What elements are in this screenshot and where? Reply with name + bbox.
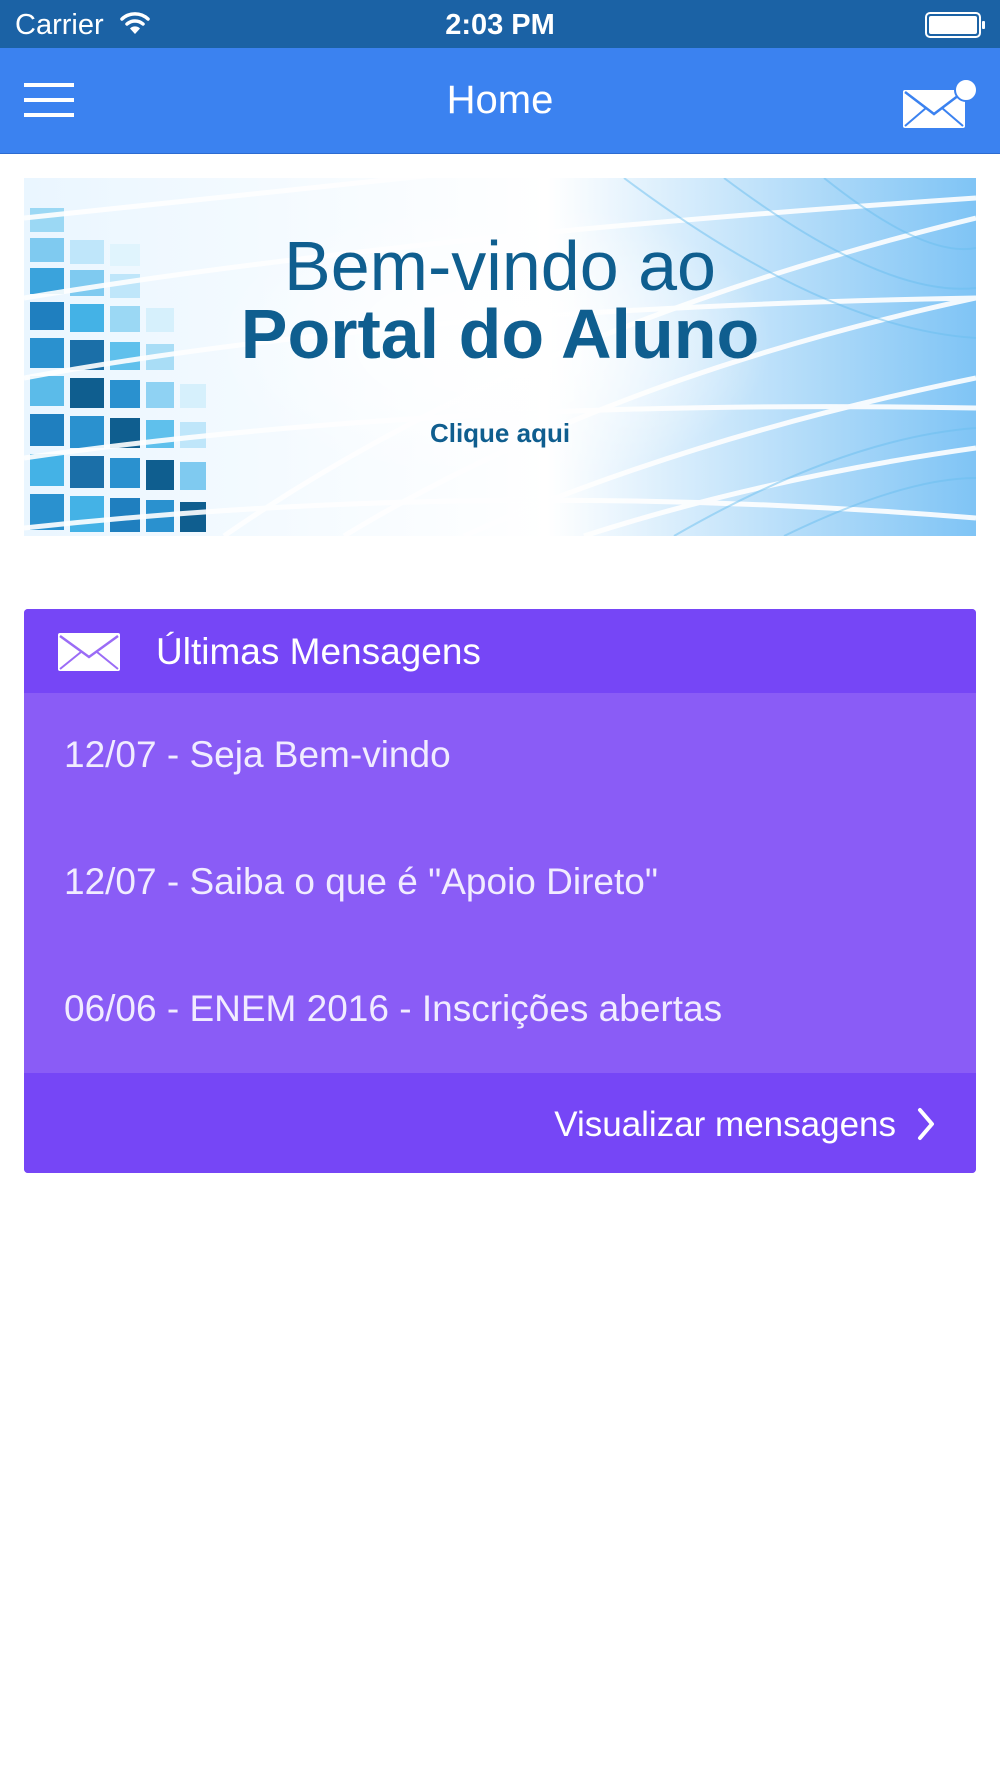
battery-icon <box>925 12 985 38</box>
message-text: 12/07 - Saiba o que é "Apoio Direto" <box>64 861 658 902</box>
mail-icon[interactable] <box>900 78 980 130</box>
message-item[interactable]: 12/07 - Saiba o que é "Apoio Direto" <box>24 820 976 949</box>
view-messages-label: Visualizar mensagens <box>554 1105 896 1144</box>
banner-cta-link[interactable]: Clique aqui <box>24 418 976 448</box>
card-title: Últimas Mensagens <box>156 631 481 672</box>
page-title: Home <box>446 78 554 122</box>
message-text: 12/07 - Seja Bem-vindo <box>64 734 451 775</box>
status-bar: Carrier 2:03 PM <box>0 0 1000 48</box>
latest-messages-card: Últimas Mensagens 12/07 - Seja Bem-vindo… <box>24 609 976 1173</box>
view-messages-button[interactable]: Visualizar mensagens <box>24 1073 976 1173</box>
nav-bar: Home <box>0 48 1000 154</box>
card-header: Últimas Mensagens <box>24 609 976 693</box>
chevron-right-icon <box>918 1108 934 1140</box>
message-text: 06/06 - ENEM 2016 - Inscrições abertas <box>64 988 723 1029</box>
message-item[interactable]: 12/07 - Seja Bem-vindo <box>24 693 976 822</box>
message-item[interactable]: 06/06 - ENEM 2016 - Inscrições abertas <box>24 947 976 1074</box>
status-time: 2:03 PM <box>445 9 555 41</box>
banner-title-line1: Bem-vindo ao <box>284 227 716 305</box>
banner-title-line2: Portal do Aluno <box>240 295 760 373</box>
welcome-banner[interactable]: Bem-vindo ao Portal do Aluno Clique aqui <box>24 178 976 536</box>
envelope-icon <box>58 633 120 671</box>
